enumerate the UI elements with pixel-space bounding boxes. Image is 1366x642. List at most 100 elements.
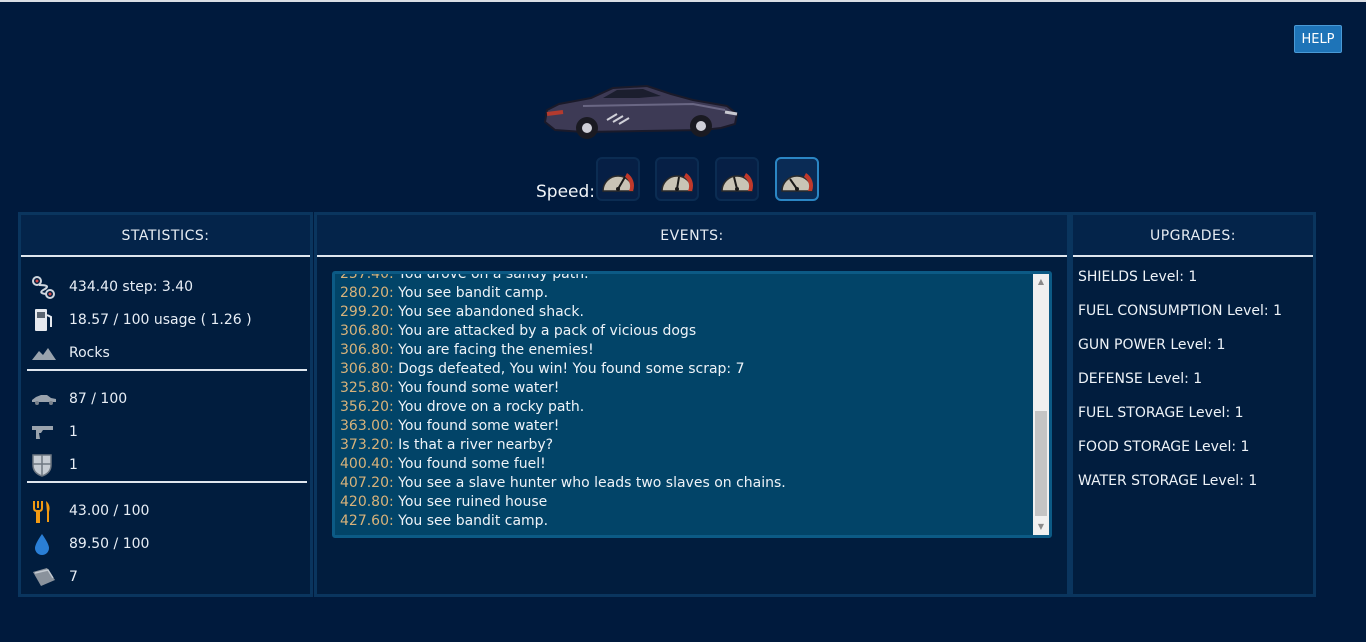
terrain-row: Rocks bbox=[31, 340, 110, 366]
speed-1-button[interactable] bbox=[596, 157, 640, 201]
scroll-up-arrow-icon[interactable]: ▲ bbox=[1033, 275, 1049, 289]
upgrade-gun-power[interactable]: GUN POWER Level: 1 bbox=[1078, 337, 1225, 353]
event-log-entry: 306.80: Dogs defeated, You win! You foun… bbox=[340, 360, 1030, 379]
terrain-value: Rocks bbox=[69, 345, 110, 361]
statistics-title: STATISTICS: bbox=[21, 215, 310, 257]
shield-row: 1 bbox=[31, 452, 78, 478]
event-message: You see abandoned shack. bbox=[398, 304, 584, 320]
event-log-list: 257.40: You drove on a sandy path. 280.20… bbox=[340, 271, 1030, 531]
event-message: You see ruined house bbox=[398, 494, 548, 510]
upgrades-panel: UPGRADES: SHIELDS Level: 1 FUEL CONSUMPT… bbox=[1070, 212, 1316, 597]
car-icon bbox=[31, 386, 59, 412]
event-message: Is that a river nearby? bbox=[398, 437, 554, 453]
event-timestamp: 363.00: bbox=[340, 418, 394, 434]
event-timestamp: 407.20: bbox=[340, 475, 394, 491]
fuel-row: 18.57 / 100 usage ( 1.26 ) bbox=[31, 307, 252, 333]
event-timestamp: 373.20: bbox=[340, 437, 394, 453]
event-log-entry: 400.40: You found some fuel! bbox=[340, 455, 1030, 474]
speed-3-button[interactable] bbox=[715, 157, 759, 201]
event-timestamp: 356.20: bbox=[340, 399, 394, 415]
gun-row: 1 bbox=[31, 419, 78, 445]
event-timestamp: 280.20: bbox=[340, 285, 394, 301]
event-message: You found some water! bbox=[398, 418, 560, 434]
event-timestamp: 257.40: bbox=[340, 271, 394, 282]
event-log[interactable]: 257.40: You drove on a sandy path. 280.20… bbox=[332, 271, 1052, 538]
water-drop-icon bbox=[31, 531, 59, 557]
event-timestamp: 306.80: bbox=[340, 342, 394, 358]
event-timestamp: 306.80: bbox=[340, 323, 394, 339]
event-message: You see a slave hunter who leads two sla… bbox=[398, 475, 786, 491]
upgrades-title: UPGRADES: bbox=[1073, 215, 1313, 257]
route-icon bbox=[31, 274, 59, 300]
upgrade-fuel-storage[interactable]: FUEL STORAGE Level: 1 bbox=[1078, 405, 1244, 421]
event-log-entry: 325.80: You found some water! bbox=[340, 379, 1030, 398]
upgrade-shields[interactable]: SHIELDS Level: 1 bbox=[1078, 269, 1197, 285]
event-log-entry: 306.80: You are facing the enemies! bbox=[340, 341, 1030, 360]
scrap-metal-icon bbox=[31, 564, 59, 590]
gun-icon bbox=[31, 419, 59, 445]
fork-knife-icon bbox=[31, 498, 59, 524]
event-message: You found some water! bbox=[398, 380, 560, 396]
distance-value: 434.40 step: 3.40 bbox=[69, 279, 194, 295]
speedometer-icon bbox=[781, 173, 813, 192]
events-title: EVENTS: bbox=[317, 215, 1067, 257]
water-row: 89.50 / 100 bbox=[31, 531, 149, 557]
speed-label: Speed: bbox=[536, 182, 596, 202]
speed-2-button[interactable] bbox=[655, 157, 699, 201]
upgrade-food-storage[interactable]: FOOD STORAGE Level: 1 bbox=[1078, 439, 1249, 455]
upgrade-defense[interactable]: DEFENSE Level: 1 bbox=[1078, 371, 1202, 387]
food-value: 43.00 / 100 bbox=[69, 503, 150, 519]
scroll-thumb[interactable] bbox=[1035, 411, 1047, 516]
top-border bbox=[0, 0, 1366, 2]
statistics-panel: STATISTICS: 434.40 step: 3.40 18.57 / 10… bbox=[18, 212, 313, 597]
event-message: You are attacked by a pack of vicious do… bbox=[398, 323, 697, 339]
event-log-entry: 420.80: You see ruined house bbox=[340, 493, 1030, 512]
food-row: 43.00 / 100 bbox=[31, 498, 149, 524]
event-log-entry: 427.60: You see bandit camp. bbox=[340, 512, 1030, 531]
event-log-entry: 280.20: You see bandit camp. bbox=[340, 284, 1030, 303]
event-log-entry: 356.20: You drove on a rocky path. bbox=[340, 398, 1030, 417]
upgrade-fuel-consumption[interactable]: FUEL CONSUMPTION Level: 1 bbox=[1078, 303, 1282, 319]
divider bbox=[27, 369, 307, 371]
event-message: You see bandit camp. bbox=[398, 513, 549, 529]
mountain-icon bbox=[31, 340, 59, 366]
car-image bbox=[543, 84, 739, 139]
shield-value: 1 bbox=[69, 457, 78, 473]
event-log-entry: 407.20: You see a slave hunter who leads… bbox=[340, 474, 1030, 493]
event-log-entry: 257.40: You drove on a sandy path. bbox=[340, 271, 1030, 284]
gun-value: 1 bbox=[69, 424, 78, 440]
shield-icon bbox=[31, 452, 59, 478]
distance-row: 434.40 step: 3.40 bbox=[31, 274, 193, 300]
event-timestamp: 420.80: bbox=[340, 494, 394, 510]
event-timestamp: 299.20: bbox=[340, 304, 394, 320]
event-message: Dogs defeated, You win! You found some s… bbox=[398, 361, 745, 377]
scrap-value: 7 bbox=[69, 569, 78, 585]
event-log-scrollbar[interactable]: ▲ ▼ bbox=[1033, 274, 1049, 535]
event-message: You see bandit camp. bbox=[398, 285, 549, 301]
speedometer-icon bbox=[721, 173, 753, 192]
car-health-value: 87 / 100 bbox=[69, 391, 128, 407]
car-health-row: 87 / 100 bbox=[31, 386, 127, 412]
scroll-down-arrow-icon[interactable]: ▼ bbox=[1033, 520, 1049, 534]
event-message: You are facing the enemies! bbox=[398, 342, 594, 358]
help-button[interactable]: HELP bbox=[1294, 25, 1342, 53]
speed-4-button[interactable] bbox=[775, 157, 819, 201]
event-log-entry: 373.20: Is that a river nearby? bbox=[340, 436, 1030, 455]
event-timestamp: 400.40: bbox=[340, 456, 394, 472]
divider bbox=[27, 481, 307, 483]
fuel-pump-icon bbox=[31, 307, 59, 333]
event-message: You drove on a rocky path. bbox=[398, 399, 585, 415]
event-timestamp: 306.80: bbox=[340, 361, 394, 377]
event-message: You found some fuel! bbox=[398, 456, 546, 472]
speedometer-icon bbox=[661, 173, 693, 192]
event-timestamp: 427.60: bbox=[340, 513, 394, 529]
event-timestamp: 325.80: bbox=[340, 380, 394, 396]
fuel-value: 18.57 / 100 usage ( 1.26 ) bbox=[69, 312, 252, 328]
water-value: 89.50 / 100 bbox=[69, 536, 150, 552]
event-message: You drove on a sandy path. bbox=[398, 271, 589, 282]
events-panel: EVENTS: 257.40: You drove on a sandy pat… bbox=[314, 212, 1070, 597]
event-log-entry: 299.20: You see abandoned shack. bbox=[340, 303, 1030, 322]
upgrade-water-storage[interactable]: WATER STORAGE Level: 1 bbox=[1078, 473, 1257, 489]
event-log-entry: 363.00: You found some water! bbox=[340, 417, 1030, 436]
event-log-entry: 306.80: You are attacked by a pack of vi… bbox=[340, 322, 1030, 341]
